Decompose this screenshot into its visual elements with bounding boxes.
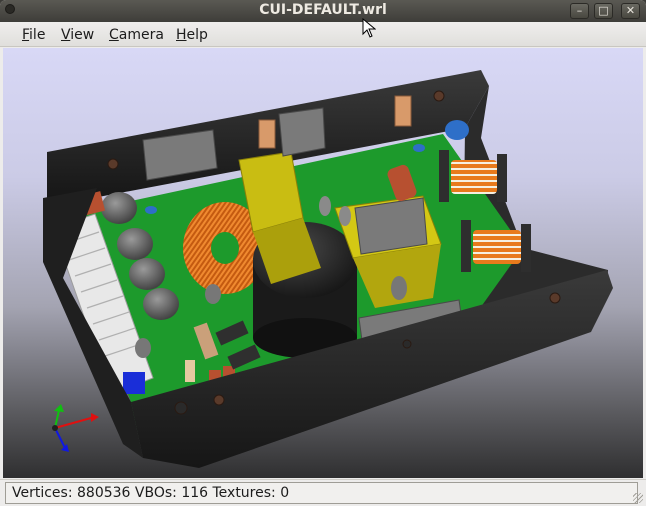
menu-file-label: ile bbox=[29, 27, 46, 43]
menu-view-label: iew bbox=[70, 27, 95, 43]
3d-viewport[interactable] bbox=[3, 48, 643, 478]
xyz-axis-icon bbox=[52, 404, 99, 452]
menu-bar: File View Camera Help bbox=[0, 22, 646, 47]
menu-help-accel: H bbox=[176, 27, 187, 43]
menu-camera[interactable]: Camera bbox=[109, 27, 164, 43]
menu-view-accel: V bbox=[61, 27, 71, 43]
menu-file[interactable]: File bbox=[22, 27, 45, 43]
status-text: Vertices: 880536 VBOs: 116 Textures: 0 bbox=[12, 485, 290, 501]
menu-view[interactable]: View bbox=[61, 27, 94, 43]
minimize-button[interactable]: – bbox=[570, 3, 589, 19]
menu-camera-accel: C bbox=[109, 27, 119, 43]
status-panel: Vertices: 880536 VBOs: 116 Textures: 0 bbox=[5, 482, 638, 504]
menu-help[interactable]: Help bbox=[176, 27, 208, 43]
status-bar: Vertices: 880536 VBOs: 116 Textures: 0 bbox=[0, 479, 646, 506]
close-button[interactable]: ✕ bbox=[621, 3, 640, 19]
title-bar[interactable]: CUI-DEFAULT.wrl – □ ✕ bbox=[0, 0, 646, 22]
app-window: CUI-DEFAULT.wrl – □ ✕ File View Camera H… bbox=[0, 0, 646, 506]
maximize-button[interactable]: □ bbox=[594, 3, 613, 19]
menu-help-label: elp bbox=[186, 27, 208, 43]
toroid-core-hole bbox=[211, 232, 239, 264]
menu-camera-label: amera bbox=[118, 27, 164, 43]
blue-trimmer bbox=[123, 372, 145, 394]
mouse-pointer-icon bbox=[362, 18, 376, 38]
resize-grip-icon[interactable] bbox=[633, 493, 643, 503]
pcb-model-render bbox=[43, 70, 613, 468]
menu-file-accel: F bbox=[22, 27, 30, 43]
window-title: CUI-DEFAULT.wrl bbox=[259, 2, 387, 18]
